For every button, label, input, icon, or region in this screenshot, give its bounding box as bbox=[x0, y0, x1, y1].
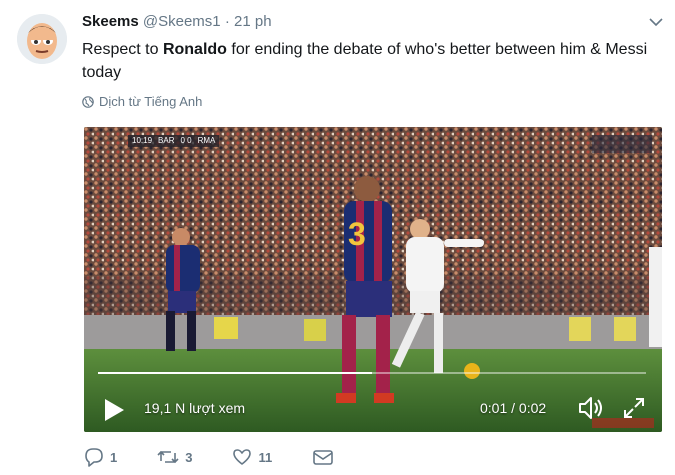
reply-icon bbox=[85, 448, 103, 467]
globe-icon bbox=[82, 95, 94, 108]
reply-count: 1 bbox=[110, 449, 118, 465]
author-handle[interactable]: @Skeems1 bbox=[143, 13, 221, 30]
video-timecode: 0:01 / 0:02 bbox=[480, 400, 547, 416]
direct-message-button[interactable] bbox=[312, 447, 334, 467]
sport-channel-watermark bbox=[592, 418, 654, 428]
separator-dot: · bbox=[224, 13, 230, 30]
play-button[interactable] bbox=[102, 397, 126, 423]
fullscreen-icon bbox=[624, 398, 644, 418]
video-player[interactable]: 3 10:19 BAR 0 0 RMA 19,1 N lượt xem 0:01… bbox=[84, 127, 662, 432]
view-count: 19,1 N lượt xem bbox=[144, 400, 246, 416]
avatar-emoji bbox=[17, 14, 67, 64]
author-name[interactable]: Skeems bbox=[82, 13, 139, 30]
video-progress-fill bbox=[98, 372, 372, 374]
translate-label: Dịch từ Tiếng Anh bbox=[99, 94, 203, 109]
translate-link[interactable]: Dịch từ Tiếng Anh bbox=[82, 94, 202, 109]
tweet-card[interactable]: Skeems @Skeems1 · 21 ph Respect to Ronal… bbox=[0, 0, 675, 475]
dm-icon bbox=[313, 450, 334, 465]
reply-button[interactable]: 1 bbox=[84, 447, 117, 467]
fullscreen-button[interactable] bbox=[622, 396, 646, 420]
channel-logo bbox=[592, 135, 652, 153]
tweet-header: Skeems @Skeems1 · 21 ph bbox=[82, 12, 272, 32]
tweet-text-start: Respect to bbox=[82, 41, 163, 58]
retweet-button[interactable]: 3 bbox=[157, 447, 192, 467]
retweet-count: 3 bbox=[185, 449, 193, 465]
like-count: 11 bbox=[258, 449, 273, 465]
tweet-timestamp[interactable]: 21 ph bbox=[234, 13, 272, 30]
video-progress-bar[interactable] bbox=[98, 372, 646, 374]
video-frame: 3 bbox=[84, 127, 662, 432]
play-icon bbox=[105, 399, 124, 421]
tweet-text: Respect to Ronaldo for ending the debate… bbox=[82, 38, 662, 84]
like-button[interactable]: 11 bbox=[232, 447, 272, 467]
tweet-actions: 1 3 11 bbox=[84, 446, 374, 468]
retweet-icon bbox=[157, 450, 179, 464]
chevron-down-icon[interactable] bbox=[648, 14, 664, 30]
like-icon bbox=[233, 449, 252, 465]
tweet-container: Skeems @Skeems1 · 21 ph Respect to Ronal… bbox=[0, 0, 675, 475]
tweet-text-bold: Ronaldo bbox=[162, 41, 227, 58]
scoreboard-overlay: 10:19 BAR 0 0 RMA bbox=[128, 135, 220, 147]
svg-text:3: 3 bbox=[348, 216, 366, 252]
avatar[interactable] bbox=[17, 14, 67, 64]
